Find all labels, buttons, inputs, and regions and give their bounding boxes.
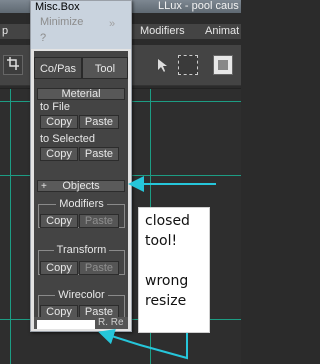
material-to-selected-copy-button[interactable]: Copy: [40, 147, 78, 161]
color-swatch[interactable]: [37, 320, 95, 329]
to-selected-label: to Selected: [40, 133, 96, 145]
to-file-label: to File: [40, 101, 70, 113]
rollout-material-label: Meterial: [61, 88, 101, 100]
transform-label: Transform: [53, 244, 110, 256]
snap-icon[interactable]: [3, 55, 23, 75]
material-to-file-paste-button[interactable]: Paste: [79, 115, 119, 129]
note-line-2: tool!: [145, 233, 178, 249]
bottom-strip-text: R. Re: [98, 317, 124, 328]
expand-toggle-icon[interactable]: +: [41, 181, 47, 192]
wirecolor-label: Wirecolor: [55, 289, 108, 301]
transform-paste-button[interactable]: Paste: [79, 261, 119, 275]
material-to-file-copy-button[interactable]: Copy: [40, 115, 78, 129]
misc-box-titlebar[interactable]: Misc.Box Minimize » ?: [31, 1, 131, 49]
modifiers-paste-button[interactable]: Paste: [79, 214, 119, 228]
material-to-selected-paste-button[interactable]: Paste: [79, 147, 119, 161]
note-line-3: [145, 251, 203, 271]
window-title: Misc.Box: [35, 1, 80, 13]
tab-tool[interactable]: Tool: [82, 57, 128, 79]
annotation-note: closed tool! wrong resize: [138, 207, 210, 333]
rollout-material[interactable]: Meterial: [37, 88, 125, 100]
submenu-arrow-icon: »: [109, 18, 116, 30]
modifiers-label: Modifiers: [56, 198, 107, 210]
misc-box-body: Co/Pas Tool Meterial to File Copy Paste …: [34, 51, 128, 329]
note-line-1: closed: [145, 213, 190, 229]
minimize-menu-item[interactable]: Minimize: [40, 16, 83, 28]
note-line-5: resize: [145, 293, 187, 309]
menu-item-modifiers[interactable]: Modifiers: [140, 24, 185, 39]
note-line-4: wrong: [145, 273, 189, 289]
transform-copy-button[interactable]: Copy: [40, 261, 78, 275]
rollout-objects-label: Objects: [62, 180, 100, 192]
region-select-icon[interactable]: [178, 55, 198, 75]
menu-item-p[interactable]: p: [2, 24, 8, 39]
tab-copy-paste[interactable]: Co/Pas: [34, 57, 82, 79]
app-title: LLux - pool caus: [158, 0, 239, 12]
modifiers-copy-button[interactable]: Copy: [40, 214, 78, 228]
rollout-objects[interactable]: + Objects: [37, 180, 125, 192]
select-cursor-icon[interactable]: [152, 55, 172, 75]
bottom-strip: R. Re: [34, 317, 128, 329]
menu-item-animation[interactable]: Animat: [205, 24, 239, 39]
help-menu-item[interactable]: ?: [40, 32, 46, 44]
misc-box-window[interactable]: Misc.Box Minimize » ? Co/Pas Tool Meteri…: [30, 0, 132, 332]
window-crossing-icon[interactable]: [213, 55, 233, 75]
tab-strip: Co/Pas Tool: [34, 57, 128, 81]
